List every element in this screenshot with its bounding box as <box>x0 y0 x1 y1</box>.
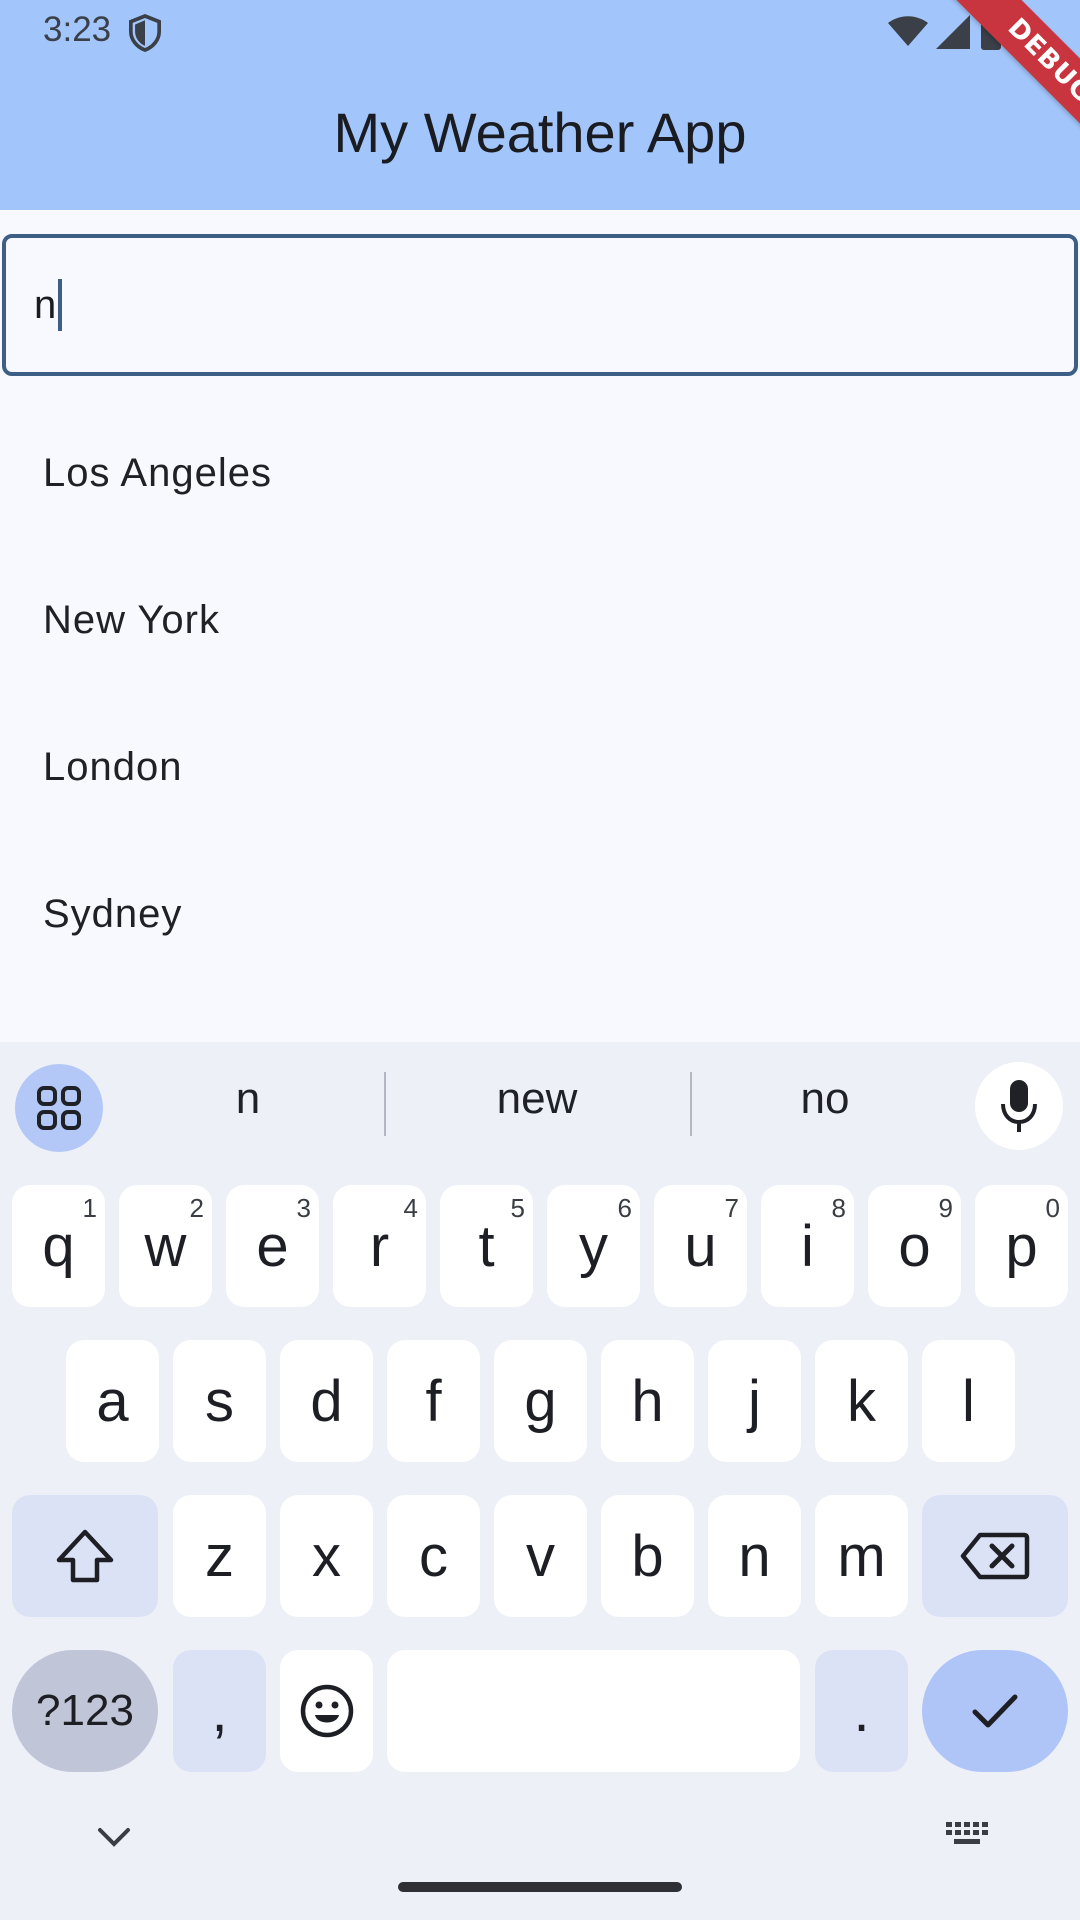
city-item[interactable]: New York <box>0 547 1080 694</box>
key-p[interactable]: p0 <box>975 1185 1068 1307</box>
key-k[interactable]: k <box>815 1340 908 1462</box>
home-indicator[interactable] <box>398 1882 682 1892</box>
emoji-icon <box>300 1684 353 1738</box>
signal-icon <box>936 15 970 49</box>
city-search-field[interactable]: n <box>2 234 1078 376</box>
search-input-text[interactable]: n <box>34 283 56 328</box>
wifi-icon <box>888 16 928 46</box>
key-h[interactable]: h <box>601 1340 694 1462</box>
city-list: Los Angeles New York London Sydney <box>0 400 1080 1042</box>
city-item[interactable]: Los Angeles <box>0 400 1080 547</box>
space-bar[interactable] <box>387 1650 800 1772</box>
key-f[interactable]: f <box>387 1340 480 1462</box>
shift-icon <box>56 1529 114 1583</box>
emoji-key[interactable] <box>280 1650 373 1772</box>
enter-key[interactable] <box>922 1650 1068 1772</box>
key-z[interactable]: z <box>173 1495 266 1617</box>
symbols-key[interactable]: ?123 <box>12 1650 158 1772</box>
key-y[interactable]: y6 <box>547 1185 640 1307</box>
app-title: My Weather App <box>333 101 747 164</box>
hide-keyboard-chevron-icon[interactable] <box>94 1822 134 1852</box>
period-key[interactable]: . <box>815 1650 908 1772</box>
microphone-icon <box>1001 1080 1037 1132</box>
backspace-key[interactable] <box>922 1495 1068 1617</box>
app-bar: 3:23 My Weather App DEBUG <box>0 0 1080 210</box>
suggestion-item[interactable]: new <box>437 1074 637 1124</box>
key-l[interactable]: l <box>922 1340 1015 1462</box>
city-item[interactable]: London <box>0 694 1080 841</box>
key-t[interactable]: t5 <box>440 1185 533 1307</box>
key-b[interactable]: b <box>601 1495 694 1617</box>
key-w[interactable]: w2 <box>119 1185 212 1307</box>
key-j[interactable]: j <box>708 1340 801 1462</box>
status-time: 3:23 <box>43 10 112 49</box>
key-m[interactable]: m <box>815 1495 908 1617</box>
keyboard-switch-icon[interactable] <box>944 1818 990 1850</box>
key-d[interactable]: d <box>280 1340 373 1462</box>
key-i[interactable]: i8 <box>761 1185 854 1307</box>
keyboard-suggestion-strip: n new no <box>0 1042 1080 1172</box>
shield-icon <box>128 14 162 52</box>
key-c[interactable]: c <box>387 1495 480 1617</box>
navigation-bar <box>0 1782 1080 1920</box>
shift-key[interactable] <box>12 1495 158 1617</box>
key-q[interactable]: q1 <box>12 1185 105 1307</box>
key-r[interactable]: r4 <box>333 1185 426 1307</box>
text-cursor <box>58 279 63 331</box>
grid-icon <box>37 1086 81 1130</box>
keyboard-apps-button[interactable] <box>15 1064 103 1152</box>
suggestion-divider <box>384 1072 386 1136</box>
checkmark-icon <box>972 1694 1018 1728</box>
key-n[interactable]: n <box>708 1495 801 1617</box>
key-o[interactable]: o9 <box>868 1185 961 1307</box>
key-a[interactable]: a <box>66 1340 159 1462</box>
key-v[interactable]: v <box>494 1495 587 1617</box>
suggestion-item[interactable]: no <box>725 1074 925 1124</box>
voice-input-button[interactable] <box>975 1062 1063 1150</box>
suggestion-divider <box>690 1072 692 1136</box>
key-x[interactable]: x <box>280 1495 373 1617</box>
city-item[interactable]: Sydney <box>0 841 1080 988</box>
backspace-icon <box>960 1532 1030 1580</box>
comma-key[interactable]: , <box>173 1650 266 1772</box>
key-u[interactable]: u7 <box>654 1185 747 1307</box>
key-e[interactable]: e3 <box>226 1185 319 1307</box>
key-s[interactable]: s <box>173 1340 266 1462</box>
suggestion-item[interactable]: n <box>148 1074 348 1124</box>
key-g[interactable]: g <box>494 1340 587 1462</box>
